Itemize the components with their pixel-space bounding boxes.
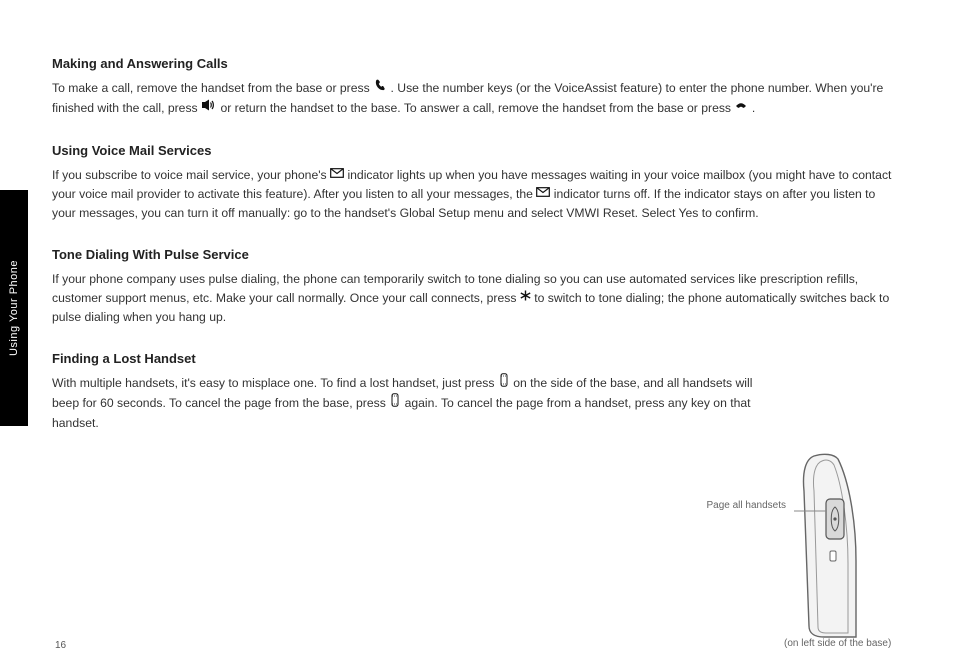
end-icon <box>734 98 748 118</box>
handset-locator-icon <box>389 393 401 413</box>
illustration-caption-left: Page all handsets <box>676 499 786 512</box>
text-fragment: or return the handset to the base. To an… <box>220 101 538 115</box>
text-fragment: If your phone company uses pulse dialing… <box>52 272 757 286</box>
paragraph-tone: If your phone company uses pulse dialing… <box>52 270 902 327</box>
text-fragment: With multiple handsets, it's easy to mis… <box>52 376 494 390</box>
heading-make-answer: Making and Answering Calls <box>52 56 902 71</box>
heading-find-handset: Finding a Lost Handset <box>52 351 902 366</box>
text-fragment: again. To cancel <box>405 396 493 410</box>
text-fragment: indicator lights up when you have messag… <box>347 168 699 182</box>
heading-tone: Tone Dialing With Pulse Service <box>52 247 902 262</box>
heading-voicemail: Using Voice Mail Services <box>52 143 902 158</box>
paragraph-make-answer: To make a call, remove the handset from … <box>52 79 902 119</box>
section-tab: Using Your Phone <box>0 190 28 426</box>
section-tab-label: Using Your Phone <box>8 260 20 356</box>
page-number: 16 <box>55 640 66 651</box>
base-illustration: Page all handsets (on left side of the b… <box>794 451 884 641</box>
text-fragment: on the side of the <box>513 376 607 390</box>
handset-locator-icon <box>498 373 510 393</box>
text-fragment: If you subscribe to voice mail service, … <box>52 168 327 182</box>
illustration-caption-bottom: (on left side of the base) <box>784 637 914 650</box>
envelope-icon <box>330 165 344 184</box>
talk-icon <box>373 78 387 98</box>
text-fragment: and select VMWI Reset. Select Yes to con… <box>507 206 758 220</box>
manual-page: Using Your Phone Making and Answering Ca… <box>0 0 954 671</box>
paragraph-voicemail: If you subscribe to voice mail service, … <box>52 166 902 223</box>
text-fragment: To make a call, remove the handset from … <box>52 81 370 95</box>
text-fragment: . <box>752 101 755 115</box>
text-fragment: indicator <box>554 187 600 201</box>
base-svg <box>794 451 884 641</box>
text-fragment: . Use the number keys (or the VoiceAssis… <box>391 81 707 95</box>
star-key-icon <box>520 288 531 307</box>
speaker-icon <box>201 98 217 117</box>
envelope-icon <box>536 184 550 203</box>
text-fragment: the handset from the base or press <box>542 101 731 115</box>
paragraph-find-handset: With multiple handsets, it's easy to mis… <box>52 374 772 433</box>
